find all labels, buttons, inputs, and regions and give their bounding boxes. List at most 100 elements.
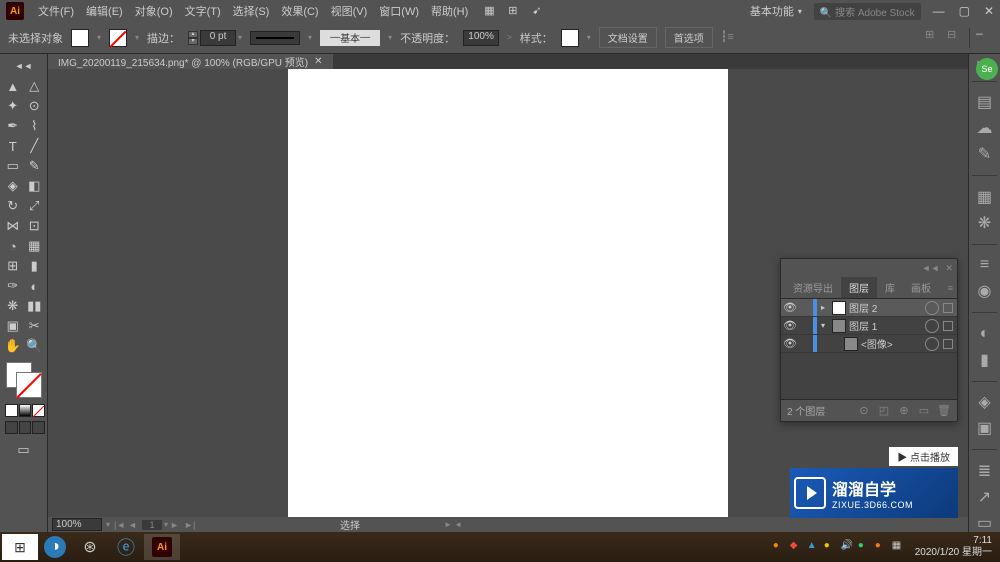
line-tool[interactable]: ╱ bbox=[24, 136, 46, 156]
doc-setup-button[interactable]: 文档设置 bbox=[599, 27, 657, 48]
stroke-color[interactable] bbox=[16, 372, 42, 398]
color-panel-icon[interactable]: ◉ bbox=[976, 282, 994, 300]
tray-icon[interactable]: ▲ bbox=[807, 540, 821, 554]
visibility-toggle[interactable]: 👁 bbox=[781, 337, 799, 350]
swatches-panel-icon[interactable]: ▦ bbox=[976, 188, 994, 206]
stroke-swatch[interactable] bbox=[109, 29, 127, 47]
free-transform-tool[interactable]: ⊡ bbox=[24, 216, 46, 236]
perspective-tool[interactable]: ▦ bbox=[24, 236, 46, 256]
layer-name[interactable]: 图层 2 bbox=[849, 300, 921, 315]
color-mode-solid[interactable] bbox=[5, 404, 18, 417]
pen-tool[interactable]: ✒ bbox=[2, 116, 24, 136]
layer-row[interactable]: 👁 ▸ 图层 2 bbox=[781, 299, 957, 317]
artboards-panel-icon[interactable]: ▭ bbox=[976, 514, 994, 532]
artboard-tool[interactable]: ▣ bbox=[2, 316, 24, 336]
taskbar-app-2[interactable]: ⊛ bbox=[72, 534, 108, 560]
tray-icon[interactable]: ● bbox=[773, 540, 787, 554]
document-tab[interactable]: IMG_20200119_215634.png* @ 100% (RGB/GPU… bbox=[48, 54, 333, 69]
draw-mode-behind[interactable] bbox=[19, 421, 32, 434]
taskbar-app-ie[interactable]: ⓔ bbox=[108, 534, 144, 560]
gradient-tool[interactable]: ▮ bbox=[24, 256, 46, 276]
tray-clock[interactable]: 7:11 2020/1/20 星期一 bbox=[915, 535, 992, 559]
artboard[interactable] bbox=[288, 69, 728, 517]
layers-panel-icon[interactable]: ≣ bbox=[976, 462, 994, 480]
panel-collapse-icon[interactable]: ◄◄ bbox=[922, 263, 940, 273]
new-sublayer-icon[interactable]: ⊕ bbox=[897, 404, 911, 417]
collapse-toolbox[interactable]: ◄◄ bbox=[2, 56, 45, 76]
visibility-toggle[interactable]: 👁 bbox=[781, 319, 799, 332]
tray-icon[interactable]: ◆ bbox=[790, 540, 804, 554]
menu-edit[interactable]: 编辑(E) bbox=[80, 3, 129, 19]
menu-window[interactable]: 窗口(W) bbox=[373, 3, 425, 19]
shaper-tool[interactable]: ◈ bbox=[2, 176, 24, 196]
screen-mode-button[interactable]: ▭ bbox=[2, 440, 45, 460]
color-mode-none[interactable] bbox=[32, 404, 45, 417]
tray-icon[interactable]: ▦ bbox=[892, 540, 906, 554]
layer-target-icon[interactable] bbox=[925, 319, 939, 333]
h-scroll[interactable]: ► ◄ bbox=[444, 520, 462, 529]
artboard-last[interactable]: ►| bbox=[184, 520, 196, 530]
rotate-tool[interactable]: ↻ bbox=[2, 196, 24, 216]
taskbar-app-browser[interactable]: ◑ bbox=[44, 536, 66, 558]
search-stock-input[interactable]: 🔍 搜索 Adobe Stock bbox=[814, 3, 921, 20]
artboard-first[interactable]: |◄ bbox=[114, 520, 126, 530]
delete-layer-icon[interactable]: 🗑 bbox=[937, 404, 951, 417]
artboard-num[interactable]: 1 bbox=[142, 520, 162, 530]
graphic-styles-panel-icon[interactable]: ▣ bbox=[976, 419, 994, 437]
transparency-panel-icon[interactable]: ◐ bbox=[976, 325, 994, 343]
slice-tool[interactable]: ✂ bbox=[24, 316, 46, 336]
tray-icon[interactable]: ● bbox=[824, 540, 838, 554]
symbol-sprayer-tool[interactable]: ❋ bbox=[2, 296, 24, 316]
layer-select-indicator[interactable] bbox=[943, 303, 953, 313]
rectangle-tool[interactable]: ▭ bbox=[2, 156, 24, 176]
menu-select[interactable]: 选择(S) bbox=[227, 3, 276, 19]
menu-file[interactable]: 文件(F) bbox=[32, 3, 80, 19]
mesh-tool[interactable]: ⊞ bbox=[2, 256, 24, 276]
stroke-weight-input[interactable]: 0 pt bbox=[200, 30, 236, 46]
menu-help[interactable]: 帮助(H) bbox=[425, 3, 474, 19]
stroke-panel-icon[interactable]: ≡ bbox=[976, 256, 994, 274]
ctrl-icon-1[interactable]: ⊞ bbox=[925, 28, 941, 44]
paintbrush-tool[interactable]: ✎ bbox=[24, 156, 46, 176]
graph-tool[interactable]: ▮▮ bbox=[24, 296, 46, 316]
stroke-profile-dropdown[interactable] bbox=[250, 31, 300, 45]
ctrl-icon-2[interactable]: ⊟ bbox=[947, 28, 963, 44]
opacity-input[interactable]: 100% bbox=[463, 30, 499, 46]
bridge-icon[interactable]: ▦ bbox=[484, 4, 498, 18]
properties-panel-icon[interactable]: ▤ bbox=[976, 93, 994, 111]
width-tool[interactable]: ⋈ bbox=[2, 216, 24, 236]
zoom-level-select[interactable]: 100% bbox=[52, 518, 102, 531]
layer-row[interactable]: 👁 ▾ 图层 1 bbox=[781, 317, 957, 335]
curvature-tool[interactable]: ⌇ bbox=[24, 116, 46, 136]
brushes-panel-icon[interactable]: ✎ bbox=[976, 145, 994, 163]
tray-icon[interactable]: ● bbox=[875, 540, 889, 554]
menu-view[interactable]: 视图(V) bbox=[325, 3, 374, 19]
brush-dropdown[interactable]: — 基本 — bbox=[320, 30, 380, 46]
preferences-button[interactable]: 首选项 bbox=[665, 27, 713, 48]
minimize-button[interactable]: — bbox=[933, 4, 945, 18]
hand-tool[interactable]: ✋ bbox=[2, 336, 24, 356]
direct-selection-tool[interactable]: △ bbox=[24, 76, 46, 96]
tray-icon[interactable]: ● bbox=[858, 540, 872, 554]
libraries-panel-icon[interactable]: ☁ bbox=[976, 119, 994, 137]
visibility-toggle[interactable]: 👁 bbox=[781, 301, 799, 314]
make-clipping-mask-icon[interactable]: ◰ bbox=[877, 404, 891, 417]
menu-type[interactable]: 文字(T) bbox=[179, 3, 227, 19]
color-swatches[interactable] bbox=[2, 362, 45, 402]
layer-name[interactable]: <图像> bbox=[861, 336, 921, 351]
tab-asset-export[interactable]: 资源导出 bbox=[785, 277, 841, 298]
eraser-tool[interactable]: ◧ bbox=[24, 176, 46, 196]
layer-select-indicator[interactable] bbox=[943, 321, 953, 331]
layer-expand-icon[interactable]: ▾ bbox=[817, 321, 829, 330]
layer-target-icon[interactable] bbox=[925, 337, 939, 351]
share-icon[interactable]: ➹ bbox=[532, 4, 546, 18]
menu-object[interactable]: 对象(O) bbox=[129, 3, 179, 19]
layer-target-icon[interactable] bbox=[925, 301, 939, 315]
draw-mode-normal[interactable] bbox=[5, 421, 18, 434]
ctrl-icon-3[interactable]: ━ bbox=[976, 28, 992, 44]
fill-swatch[interactable] bbox=[71, 29, 89, 47]
workspace-switcher[interactable]: 基本功能 ▾ bbox=[744, 3, 808, 19]
locate-object-icon[interactable]: ⊙ bbox=[857, 404, 871, 417]
lasso-tool[interactable]: ⊙ bbox=[24, 96, 46, 116]
selection-tool[interactable]: ▲ bbox=[2, 76, 24, 96]
